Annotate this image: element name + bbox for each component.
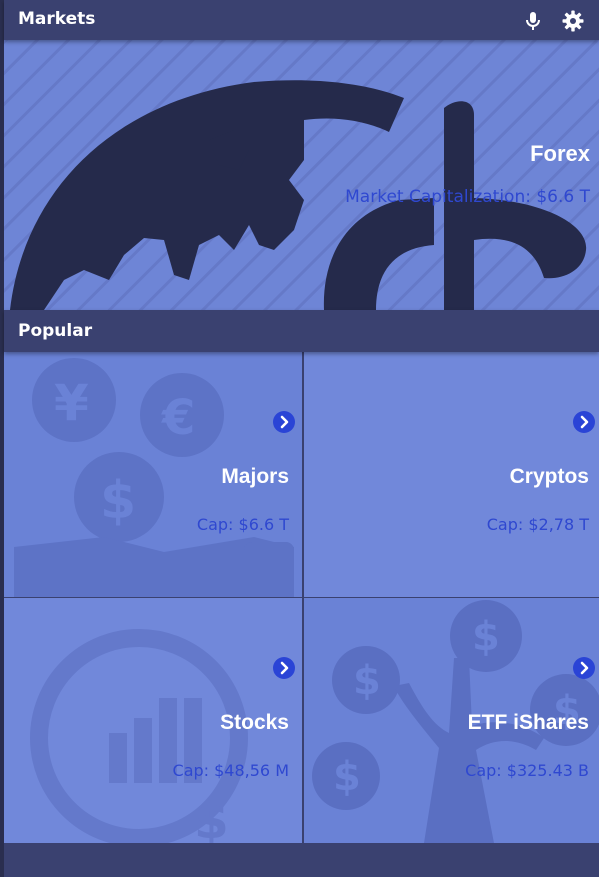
tile-title: Majors bbox=[221, 465, 289, 488]
svg-text:$: $ bbox=[333, 754, 361, 800]
tile-majors[interactable]: ¥ € $ Majors Cap: $6.6 T bbox=[4, 352, 302, 597]
svg-text:$: $ bbox=[472, 614, 500, 660]
chevron-right-circle-icon[interactable] bbox=[272, 656, 296, 680]
tile-cryptos[interactable]: Cryptos Cap: $2,78 T bbox=[304, 352, 599, 597]
svg-text:$: $ bbox=[353, 658, 381, 704]
svg-text:€: € bbox=[161, 390, 195, 446]
section-title: Popular bbox=[18, 321, 93, 341]
tile-title: Stocks bbox=[220, 711, 289, 734]
tile-title: Cryptos bbox=[509, 465, 589, 488]
chevron-right-circle-icon[interactable] bbox=[572, 410, 596, 434]
page-title: Markets bbox=[18, 9, 96, 29]
markets-screen: Markets Forex Market Capitalization: $6.… bbox=[0, 0, 599, 877]
section-header-popular: Popular bbox=[4, 310, 599, 352]
hero-capitalization: Market Capitalization: $6.6 T bbox=[345, 187, 590, 207]
tile-title: ETF iShares bbox=[467, 711, 589, 734]
chevron-right-circle-icon[interactable] bbox=[572, 656, 596, 680]
tile-cap: Cap: $2,78 T bbox=[486, 515, 589, 534]
gear-icon[interactable] bbox=[561, 9, 585, 33]
bottom-bar bbox=[4, 843, 599, 877]
tile-cap: Cap: $48,56 M bbox=[172, 761, 289, 780]
chevron-right-circle-icon[interactable] bbox=[272, 410, 296, 434]
tile-cap: Cap: $325.43 B bbox=[465, 761, 589, 780]
tile-cap: Cap: $6.6 T bbox=[196, 515, 289, 534]
tile-etf-ishares[interactable]: $ $ $ $ ETF iShares Cap: $325.43 B bbox=[304, 598, 599, 843]
forex-hero-card[interactable]: Forex Market Capitalization: $6.6 T bbox=[4, 40, 599, 310]
app-header: Markets bbox=[4, 0, 599, 40]
hero-title: Forex bbox=[530, 141, 590, 166]
tile-stocks[interactable]: $ Stocks Cap: $48,56 M bbox=[4, 598, 302, 843]
microphone-icon[interactable] bbox=[521, 9, 545, 33]
globe-dollar-illustration bbox=[4, 40, 599, 310]
svg-text:$: $ bbox=[194, 792, 229, 843]
svg-text:¥: ¥ bbox=[54, 374, 89, 432]
svg-text:$: $ bbox=[100, 471, 136, 531]
